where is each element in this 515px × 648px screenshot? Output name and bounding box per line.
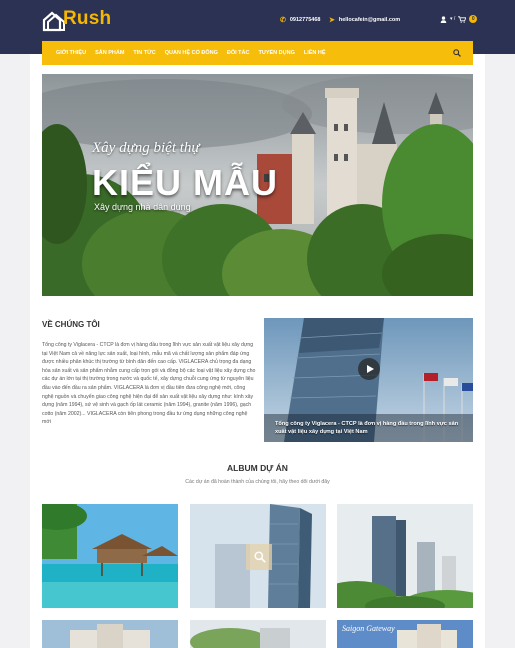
building-a-image [42,620,178,648]
about-heading: VỀ CHÚNG TÔI [42,320,100,329]
user-menu-caret[interactable]: ▾ / [450,16,455,22]
cart-icon[interactable] [458,15,467,23]
video-caption: Tổng công ty Viglacera - CTCP là đơn vị … [275,421,459,435]
album-subtitle: Các dự án đã hoàn thành của chúng tôi, h… [185,479,330,485]
company-video[interactable]: Tổng công ty Viglacera - CTCP là đơn vị … [264,318,473,442]
nav-item-san-pham[interactable]: SẢN PHẨM [95,50,124,56]
nav-item-doi-tac[interactable]: ĐỐI TÁC [227,50,250,56]
album-item-saigon-gateway[interactable]: Saigon Gateway [337,620,473,648]
phone-number: 0912775468 [289,17,321,23]
saigon-gateway-sign: Saigon Gateway [342,624,395,633]
nav-item-quan-he-co-dong[interactable]: QUAN HỆ CỔ ĐÔNG [165,50,218,56]
email-contact[interactable]: ➤ hellocafein@gmail.com [329,16,400,24]
hero-tagline: Xây dựng nhà dân dụng [94,202,191,212]
hero-subtitle: Xây dựng biệt thự [92,140,200,156]
album-item-city-towers[interactable] [337,504,473,608]
building-b-image [190,620,326,648]
resort-image [42,504,178,608]
user-icon[interactable] [440,15,447,23]
nav-item-lien-he[interactable]: LIÊN HỆ [304,50,326,56]
search-icon[interactable] [453,49,461,57]
city-towers-image [337,504,473,608]
phone-icon: ✆ [280,17,286,24]
hero-title: KIỂU MẪU [92,162,278,203]
brand-name[interactable]: Rush [63,8,111,30]
zoom-icon[interactable] [254,551,266,563]
nav-item-gioi-thieu[interactable]: GIỚI THIỆU [56,50,86,56]
about-text: Tổng công ty Viglacera - CTCP là đơn vị … [42,342,256,426]
cart-count-badge: 0 [469,15,478,23]
album-item-building-b[interactable] [190,620,326,648]
email-address: hellocafein@gmail.com [338,17,401,23]
album-heading: ALBUM DỰ ÁN [227,463,288,473]
album-item-resort[interactable] [42,504,178,608]
nav-item-tuyen-dung[interactable]: TUYỂN DỤNG [259,50,295,56]
album-item-building-a[interactable] [42,620,178,648]
nav-item-tin-tuc[interactable]: TIN TỨC [133,50,155,56]
play-icon [367,365,374,373]
phone-contact[interactable]: ✆ 0912775468 [280,16,320,24]
hero-banner[interactable]: Xây dựng biệt thự KIỂU MẪU Xây dựng nhà … [42,74,473,296]
album-item-skyscraper[interactable] [190,504,326,608]
user-cart-area: ▾ / 0 [440,15,478,23]
play-button[interactable] [358,358,380,380]
send-icon: ➤ [329,17,335,24]
main-nav: GIỚI THIỆU SẢN PHẨM TIN TỨC QUAN HỆ CỔ Đ… [42,41,473,65]
